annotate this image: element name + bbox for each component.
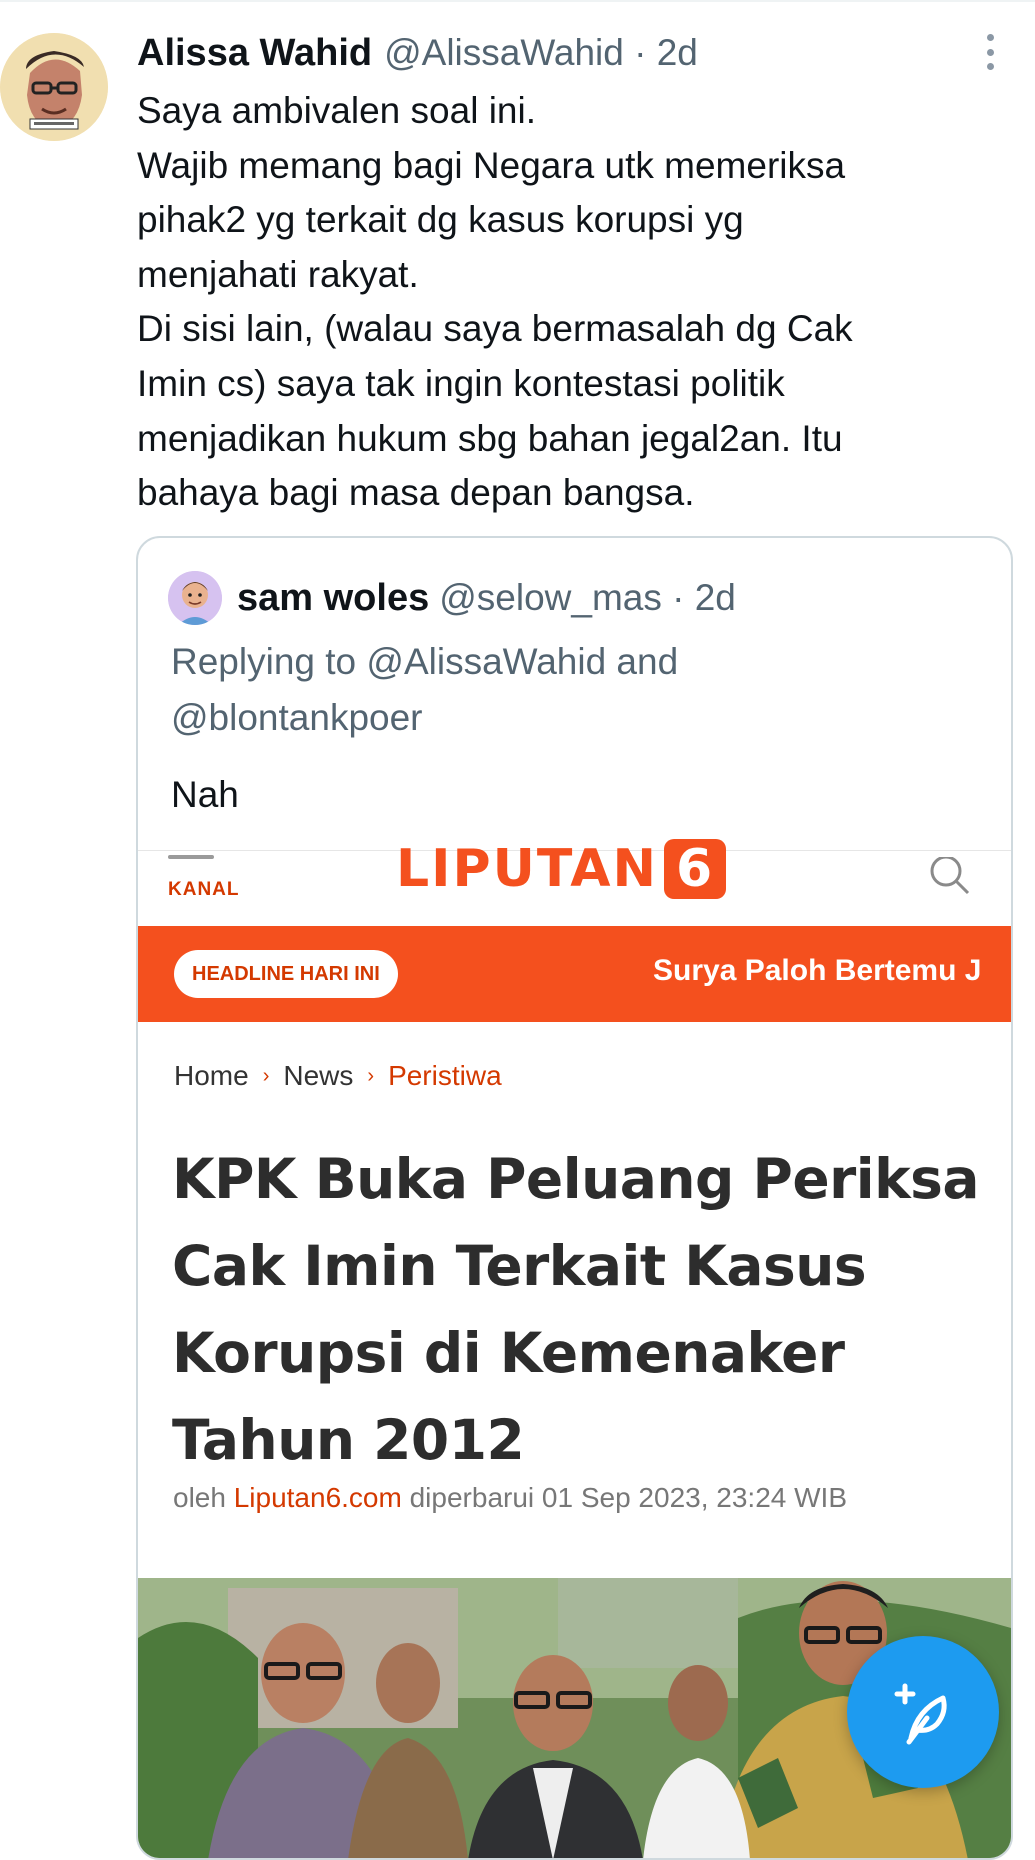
byline-site: Liputan6.com <box>233 1482 402 1513</box>
compose-button[interactable] <box>847 1636 999 1788</box>
breadcrumb-current: Peristiwa <box>388 1060 502 1091</box>
author-avatar[interactable] <box>0 33 108 141</box>
article-byline: oleh Liputan6.com diperbarui 01 Sep 2023… <box>173 1482 847 1514</box>
breadcrumb-home: Home <box>174 1060 249 1091</box>
breadcrumb: Home › News › Peristiwa <box>174 1060 502 1092</box>
article-title-line: Tahun 2012 <box>172 1408 525 1472</box>
logo-text: LIPUTAN <box>396 839 659 899</box>
more-vertical-icon[interactable] <box>976 34 1004 70</box>
quoted-author-handle-time[interactable]: @selow_mas · 2d <box>439 577 736 619</box>
quoted-tweet-header: sam woles @selow_mas · 2d <box>237 571 736 625</box>
tweet-text-line: menjadikan hukum sbg bahan jegal2an. Itu <box>137 417 843 459</box>
headline-bar: HEADLINE HARI INI Surya Paloh Bertemu J <box>138 926 1011 1022</box>
author-handle-time[interactable]: @AlissaWahid · 2d <box>384 32 698 74</box>
liputan6-logo: LIPUTAN 6 <box>396 839 727 899</box>
news-topbar: KANAL LIPUTAN 6 <box>138 839 1011 927</box>
tweet-text-line: Imin cs) saya tak ingin kontestasi polit… <box>137 362 785 404</box>
replying-to: Replying to @AlissaWahid and @blontankpo… <box>171 634 991 746</box>
breadcrumb-separator: › <box>367 1064 375 1087</box>
byline-updated: diperbarui 01 Sep 2023, 23:24 WIB <box>409 1482 848 1513</box>
article-title: KPK Buka Peluang Periksa Cak Imin Terkai… <box>172 1136 980 1484</box>
article-title-line: KPK Buka Peluang Periksa <box>172 1147 980 1211</box>
breadcrumb-separator: › <box>262 1064 270 1087</box>
compose-feather-icon <box>894 1683 947 1745</box>
headline-pill: HEADLINE HARI INI <box>174 950 398 998</box>
top-divider <box>0 0 1035 2</box>
tweet-text-line: bahaya bagi masa depan bangsa. <box>137 472 695 514</box>
hamburger-menu-icon <box>168 855 214 869</box>
kanal-label: KANAL <box>168 879 240 900</box>
tweet-text-line: Saya ambivalen soal ini. <box>137 90 536 131</box>
quoted-tweet-text: Nah <box>171 774 239 815</box>
tweet-header: Alissa Wahid @AlissaWahid · 2d <box>137 28 698 78</box>
tweet-text-line: pihak2 yg terkait dg kasus korupsi yg <box>137 199 744 241</box>
byline-prefix: oleh <box>173 1482 226 1513</box>
tweet-text: Saya ambivalen soal ini. Wajib memang ba… <box>137 84 997 521</box>
quoted-author-name[interactable]: sam woles <box>237 577 429 620</box>
article-title-line: Korupsi di Kemenaker <box>172 1321 845 1385</box>
headline-ticker: Surya Paloh Bertemu J <box>653 954 982 987</box>
quoted-author-avatar[interactable] <box>168 571 222 625</box>
search-icon <box>928 855 970 899</box>
tweet-text-line: menjahati rakyat. <box>137 253 419 295</box>
logo-number: 6 <box>664 839 727 899</box>
article-title-line: Cak Imin Terkait Kasus <box>172 1234 867 1298</box>
replying-to-line[interactable]: @blontankpoer <box>171 690 991 746</box>
replying-to-line[interactable]: Replying to @AlissaWahid and <box>171 634 991 690</box>
author-name[interactable]: Alissa Wahid <box>137 32 372 75</box>
tweet-text-line: Di sisi lain, (walau saya bermasalah dg … <box>137 308 853 350</box>
breadcrumb-news: News <box>283 1060 354 1091</box>
tweet-text-line: Wajib memang bagi Negara utk memeriksa <box>137 144 846 186</box>
